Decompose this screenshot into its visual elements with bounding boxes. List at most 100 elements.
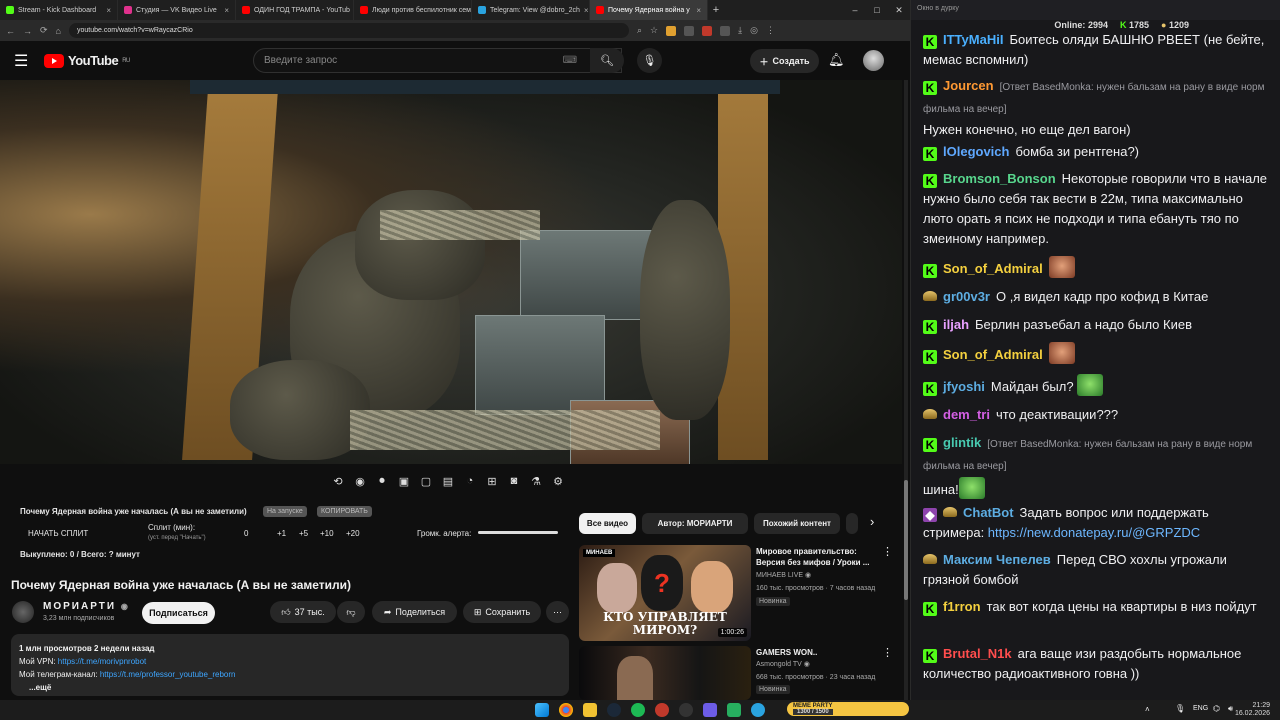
alert-volume-slider[interactable] bbox=[478, 531, 558, 534]
related-channel[interactable]: Asmongold TV ◉ bbox=[756, 659, 810, 671]
extension-icon[interactable] bbox=[684, 25, 695, 36]
maximize-icon[interactable]: □ bbox=[866, 5, 888, 16]
keyboard-icon[interactable]: ⌨ bbox=[563, 55, 577, 66]
extension-icon[interactable] bbox=[666, 25, 677, 36]
lab-icon[interactable]: ⚗ bbox=[528, 475, 544, 488]
audio-icon[interactable]: ◉ bbox=[352, 475, 368, 488]
bookmark-icon[interactable]: ☆ bbox=[650, 25, 658, 36]
extension-icon[interactable] bbox=[702, 25, 713, 36]
new-tab-button[interactable]: + bbox=[708, 4, 724, 16]
language-indicator[interactable]: ENG bbox=[1193, 705, 1208, 712]
zoom-icon[interactable]: ⌕ bbox=[637, 25, 642, 36]
profile-icon[interactable]: ◎ bbox=[750, 25, 758, 36]
screenshot-icon[interactable]: ◙ bbox=[506, 475, 522, 487]
channel-name[interactable]: МОРИАРТИ ◉ bbox=[43, 601, 130, 612]
show-more-link[interactable]: ...ещё bbox=[19, 681, 561, 694]
close-window-icon[interactable]: ✕ bbox=[888, 5, 910, 16]
chip-more[interactable] bbox=[846, 513, 858, 534]
youtube-logo[interactable]: YouTube RU bbox=[44, 53, 130, 68]
add-1-button[interactable]: +1 bbox=[277, 529, 286, 538]
record-icon[interactable]: ⏺ bbox=[374, 475, 390, 488]
start-split-button[interactable]: НАЧАТЬ СПЛИТ bbox=[28, 529, 88, 538]
extension-icon[interactable] bbox=[720, 25, 731, 36]
add-5-button[interactable]: +5 bbox=[299, 529, 308, 538]
browser-tab[interactable]: Telegram: View @dobro_2ch × bbox=[472, 0, 590, 20]
obs-icon[interactable] bbox=[679, 703, 693, 717]
reload-icon[interactable]: ⟳ bbox=[40, 25, 48, 36]
app-icon[interactable] bbox=[655, 703, 669, 717]
browser-tab-active[interactable]: Почему Ядерная война у × bbox=[590, 0, 708, 20]
loop-icon[interactable]: ⟲ bbox=[330, 475, 346, 488]
meme-party-widget[interactable]: MEME PARTY 1300 / 1500 bbox=[787, 702, 909, 716]
browser-tab[interactable]: Stream - Kick Dashboard × bbox=[0, 0, 118, 20]
related-video-title[interactable]: Мировое правительство: Версия без мифов … bbox=[756, 546, 876, 568]
video-player[interactable] bbox=[0, 80, 902, 464]
home-icon[interactable]: ⌂ bbox=[56, 26, 61, 36]
volume-icon[interactable]: 🔊︎ bbox=[1228, 704, 1233, 714]
add-20-button[interactable]: +20 bbox=[346, 529, 360, 538]
vpn-link[interactable]: https://t.me/morivpnrobot bbox=[58, 657, 146, 666]
add-icon[interactable]: ⊞ bbox=[484, 475, 500, 488]
browser-tab[interactable]: ОДИН ГОД ТРАМПА - YouTub× bbox=[236, 0, 354, 20]
chevron-right-icon[interactable]: › bbox=[870, 514, 874, 529]
telegram-icon[interactable] bbox=[751, 703, 765, 717]
subscribe-button[interactable]: Подписаться bbox=[142, 602, 215, 624]
launch-tag[interactable]: На запуске bbox=[263, 506, 307, 517]
spotify-icon[interactable] bbox=[631, 703, 645, 717]
theater-icon[interactable]: ▢ bbox=[418, 475, 434, 488]
dislike-button[interactable]: 👎︎ bbox=[337, 601, 365, 623]
browser-tab[interactable]: Люди против беспилотник сем× bbox=[354, 0, 472, 20]
chevron-up-icon[interactable]: ˄ bbox=[1145, 705, 1150, 714]
copy-button[interactable]: КОПИРОВАТЬ bbox=[317, 506, 372, 517]
network-icon[interactable]: ⌬ bbox=[1213, 704, 1220, 713]
search-button[interactable]: 🔍︎ bbox=[590, 48, 624, 73]
menu-icon[interactable]: ⋮ bbox=[766, 25, 775, 36]
notifications-bell-icon[interactable]: 🔔︎ bbox=[828, 52, 845, 68]
close-icon[interactable]: × bbox=[224, 6, 229, 15]
forward-icon[interactable]: → bbox=[23, 26, 32, 36]
app-icon[interactable] bbox=[703, 703, 717, 717]
chip-all-videos[interactable]: Все видео bbox=[579, 513, 636, 534]
filter-icon[interactable]: ▤ bbox=[440, 475, 456, 488]
more-actions-button[interactable]: ⋯ bbox=[546, 601, 569, 623]
browser-tab[interactable]: Студия — VK Видео Live × bbox=[118, 0, 236, 20]
hamburger-menu-icon[interactable]: ☰ bbox=[14, 51, 44, 71]
channel-avatar[interactable] bbox=[12, 601, 34, 623]
related-thumbnail[interactable]: МИНАЕВ ? КТО УПРАВЛЯЕТ МИРОМ? 1:00:26 bbox=[579, 545, 751, 641]
telegram-link[interactable]: https://t.me/professor_youtube_reborn bbox=[100, 670, 236, 679]
close-icon[interactable]: × bbox=[106, 6, 111, 15]
chip-author[interactable]: Автор: МОРИАРТИ bbox=[642, 513, 748, 534]
download-icon[interactable]: ⤓ bbox=[738, 25, 742, 36]
related-channel[interactable]: МИНАЕВ LIVE ◉ bbox=[756, 570, 811, 582]
app-icon[interactable] bbox=[727, 703, 741, 717]
back-icon[interactable]: ← bbox=[6, 26, 15, 36]
share-button[interactable]: ➦ Поделиться bbox=[372, 601, 457, 623]
clip-icon[interactable]: ▣ bbox=[396, 475, 412, 488]
steam-icon[interactable] bbox=[607, 703, 621, 717]
related-video-title[interactable]: GAMERS WON.. bbox=[756, 647, 876, 658]
related-thumbnail[interactable] bbox=[579, 646, 751, 700]
save-button[interactable]: ⊞ Сохранить bbox=[463, 601, 541, 623]
create-button[interactable]: ＋ Создать bbox=[750, 49, 819, 73]
search-input[interactable]: Введите запрос ⌨ bbox=[253, 48, 622, 73]
description-box[interactable]: 1 млн просмотров 2 недели назад Мой VPN:… bbox=[11, 634, 569, 696]
donate-link[interactable]: https://new.donatepay.ru/@GRPZDC bbox=[988, 525, 1200, 540]
url-field[interactable]: youtube.com/watch?v=wRaycazCRio bbox=[68, 23, 629, 38]
more-vert-icon[interactable]: ⋮ bbox=[882, 646, 893, 659]
add-10-button[interactable]: +10 bbox=[320, 529, 334, 538]
windows-start-icon[interactable] bbox=[535, 703, 549, 717]
settings-gear-icon[interactable]: ⚙ bbox=[550, 475, 566, 488]
avatar[interactable] bbox=[863, 50, 884, 71]
voice-search-button[interactable]: 🎙︎ bbox=[637, 48, 662, 73]
close-icon[interactable]: × bbox=[696, 6, 701, 15]
more-vert-icon[interactable]: ⋮ bbox=[882, 545, 893, 558]
minimize-icon[interactable]: – bbox=[844, 5, 866, 16]
close-icon[interactable]: × bbox=[584, 6, 589, 15]
system-clock[interactable]: 21:29 16.02.2026 bbox=[1235, 702, 1270, 718]
mic-tray-icon[interactable]: 🎙︎ bbox=[1175, 704, 1185, 713]
like-button[interactable]: 👍︎ 37 тыс. bbox=[270, 601, 336, 623]
chrome-icon[interactable] bbox=[559, 703, 573, 717]
page-scrollbar[interactable] bbox=[904, 80, 908, 700]
explorer-icon[interactable] bbox=[583, 703, 597, 717]
speed-icon[interactable]: ◔ bbox=[462, 475, 478, 487]
